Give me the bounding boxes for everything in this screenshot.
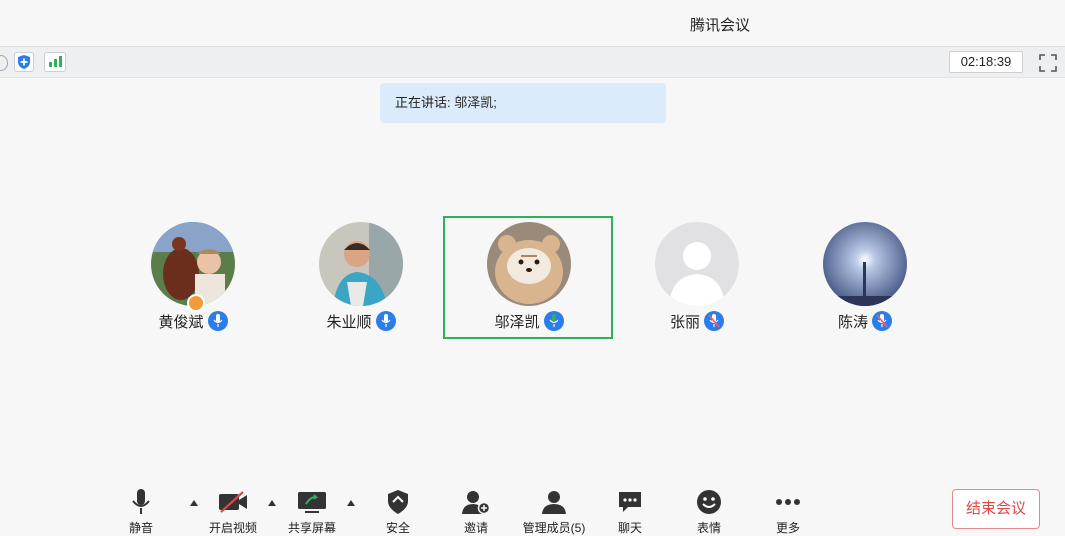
fullscreen-icon[interactable] [1038,53,1058,73]
participant-tile[interactable]: 黄俊斌 [133,222,253,342]
avatar [487,222,571,306]
chat-button[interactable]: 聊天 [594,488,666,535]
signal-strength-icon[interactable] [44,52,66,72]
participant-name: 朱业顺 [326,313,372,331]
meeting-security-icon[interactable] [14,52,34,72]
microphone-icon [105,488,177,516]
participant-tile[interactable]: 朱业顺 [301,222,421,342]
microphone-icon [207,311,228,331]
participant-name: 邬泽凯 [494,313,540,331]
smiley-icon [673,488,745,516]
invite-button[interactable]: 邀请 [440,488,512,535]
participant-name-row: 黄俊斌 [133,310,253,332]
mute-button[interactable]: 静音 [105,488,177,535]
participant-tile[interactable]: 张丽 [637,222,757,342]
participant-tile[interactable]: 陈涛 [805,222,925,342]
microphone-icon [375,311,396,331]
title-bar: 腾讯会议 [0,0,1065,46]
manage-members-button[interactable]: 管理成员(5) [516,488,592,535]
microphone-muted-icon [872,311,892,331]
participant-name: 陈涛 [837,313,868,331]
more-button[interactable]: 更多 [752,488,824,535]
security-button[interactable]: 安全 [362,488,434,535]
person-icon [516,488,592,516]
share-options-caret[interactable] [347,500,355,506]
more-dots-icon [752,488,824,516]
participant-name: 张丽 [669,313,700,331]
meeting-toolbar: 静音 开启视频 共享屏幕 安全 邀请 管理成员(5) 聊天 表情 更多 [0,480,1065,535]
camera-off-icon [197,488,269,516]
speaking-banner: 正在讲话: 邬泽凯; [380,83,666,123]
share-screen-button[interactable]: 共享屏幕 [276,488,348,535]
participant-name: 黄俊斌 [158,313,204,331]
shield-icon [362,488,434,516]
add-person-icon [440,488,512,516]
participant-name-row: 邬泽凯 [469,310,589,332]
avatar [319,222,403,306]
microphone-muted-icon [704,311,724,331]
avatar [655,222,739,306]
app-title: 腾讯会议 [689,17,750,34]
end-meeting-button[interactable]: 结束会议 [952,489,1040,529]
reactions-button[interactable]: 表情 [673,488,745,535]
participant-name-row: 张丽 [637,310,757,332]
status-bar: 02:18:39 [0,46,1065,78]
share-screen-icon [276,488,348,516]
video-options-caret[interactable] [268,500,276,506]
start-video-button[interactable]: 开启视频 [197,488,269,535]
participant-name-row: 朱业顺 [301,310,421,332]
microphone-speaking-icon [543,311,564,331]
avatar [823,222,907,306]
info-icon[interactable] [0,55,8,71]
meeting-timer: 02:18:39 [949,51,1023,73]
chat-bubble-icon [594,488,666,516]
participant-tile[interactable]: 邬泽凯 [469,222,589,342]
participant-name-row: 陈涛 [805,310,925,332]
